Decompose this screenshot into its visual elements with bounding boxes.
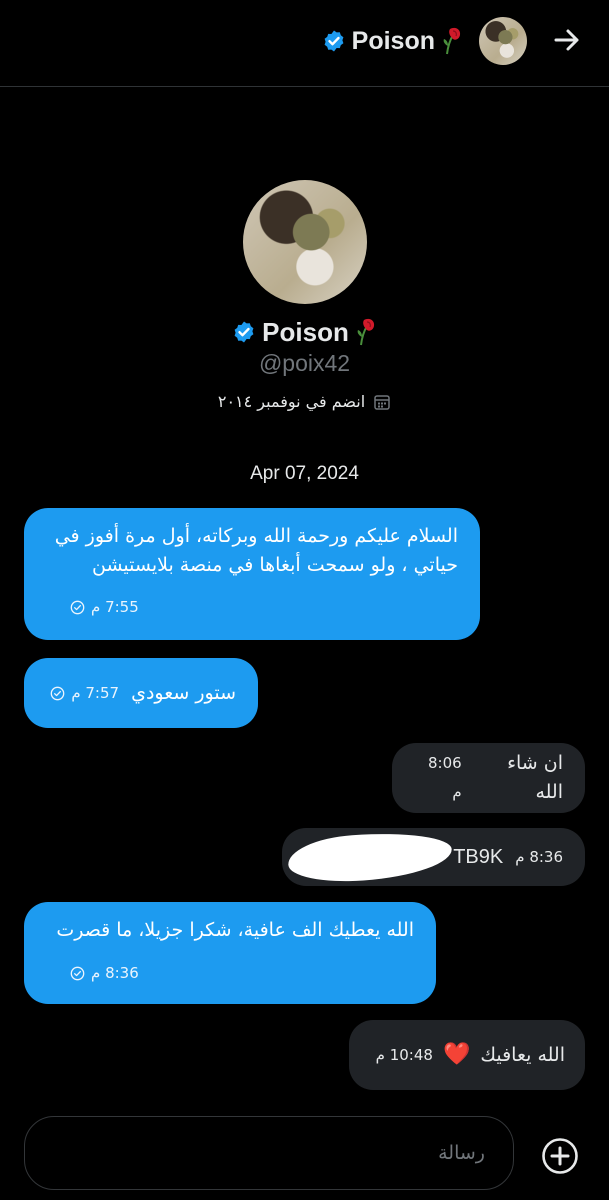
message-meta: 7:57 م <box>50 679 119 708</box>
profile-name[interactable]: Poison <box>0 314 609 350</box>
message-bubble-incoming[interactable]: ان شاء الله 8:06 م <box>392 743 585 813</box>
message-text: TB9K <box>453 845 504 868</box>
header-user-name[interactable]: Poison <box>322 24 463 58</box>
wilted-rose-emoji <box>357 318 374 346</box>
date-separator: Apr 07, 2024 <box>250 463 359 484</box>
message-bubble-outgoing[interactable]: السلام عليكم ورحمة الله وبركاته، أول مرة… <box>24 508 480 640</box>
message-bubble-incoming[interactable]: الله يعافيك ❤️ 10:48 م <box>349 1020 585 1090</box>
header-avatar[interactable] <box>479 17 527 65</box>
message-text: الله يعافيك <box>480 1043 565 1066</box>
header-name-text: Poison <box>351 26 435 55</box>
joined-date: انضم في نوفمبر ٢٠١٤ <box>0 392 609 411</box>
message-meta: 7:55 م <box>70 593 139 622</box>
profile-name-text: Poison <box>262 316 349 347</box>
verified-badge-icon <box>234 321 254 343</box>
heart-emoji: ❤️ <box>442 1042 471 1067</box>
plus-circle-icon[interactable] <box>540 1136 580 1176</box>
message-time: 8:36 م <box>515 847 563 866</box>
message-time: 8:06 م <box>427 754 462 801</box>
profile-avatar[interactable] <box>243 180 367 304</box>
message-time: 7:57 م <box>71 683 120 702</box>
message-bubble-outgoing[interactable]: الله يعطيك الف عافية، شكرا جزيلا، ما قصر… <box>24 902 436 1004</box>
check-circle-icon <box>70 600 85 615</box>
message-time: 7:55 م <box>91 598 139 616</box>
check-circle-icon <box>70 966 85 981</box>
message-composer[interactable] <box>24 1116 514 1190</box>
conversation-header: Poison <box>0 0 609 87</box>
message-text: ان شاء الله <box>507 752 563 803</box>
redaction-scribble <box>286 828 454 886</box>
message-bubble-outgoing[interactable]: ستور سعودي 7:57 م <box>24 658 258 728</box>
calendar-icon <box>374 394 390 410</box>
message-time: 10:48 م <box>375 1045 433 1064</box>
message-meta: 8:36 م <box>70 959 139 988</box>
verified-badge-icon <box>324 30 344 52</box>
message-meta: 10:48 م <box>376 1041 433 1070</box>
message-meta: 8:06 م <box>414 749 462 807</box>
message-bubble-incoming[interactable]: 8:36 م TB9K <box>282 828 585 886</box>
message-time: 8:36 م <box>91 964 139 982</box>
arrow-right-icon[interactable] <box>551 24 583 56</box>
message-text: الله يعطيك الف عافية، شكرا جزيلا، ما قصر… <box>56 919 414 941</box>
message-input[interactable] <box>25 1141 487 1165</box>
wilted-rose-emoji <box>443 27 461 55</box>
profile-handle[interactable]: @poix42 <box>0 350 609 377</box>
joined-text: انضم في نوفمبر ٢٠١٤ <box>217 392 366 411</box>
check-circle-icon <box>50 686 65 700</box>
message-meta: 8:36 م <box>515 843 563 872</box>
message-text: السلام عليكم ورحمة الله وبركاته، أول مرة… <box>54 525 458 576</box>
message-text: ستور سعودي <box>131 681 236 704</box>
